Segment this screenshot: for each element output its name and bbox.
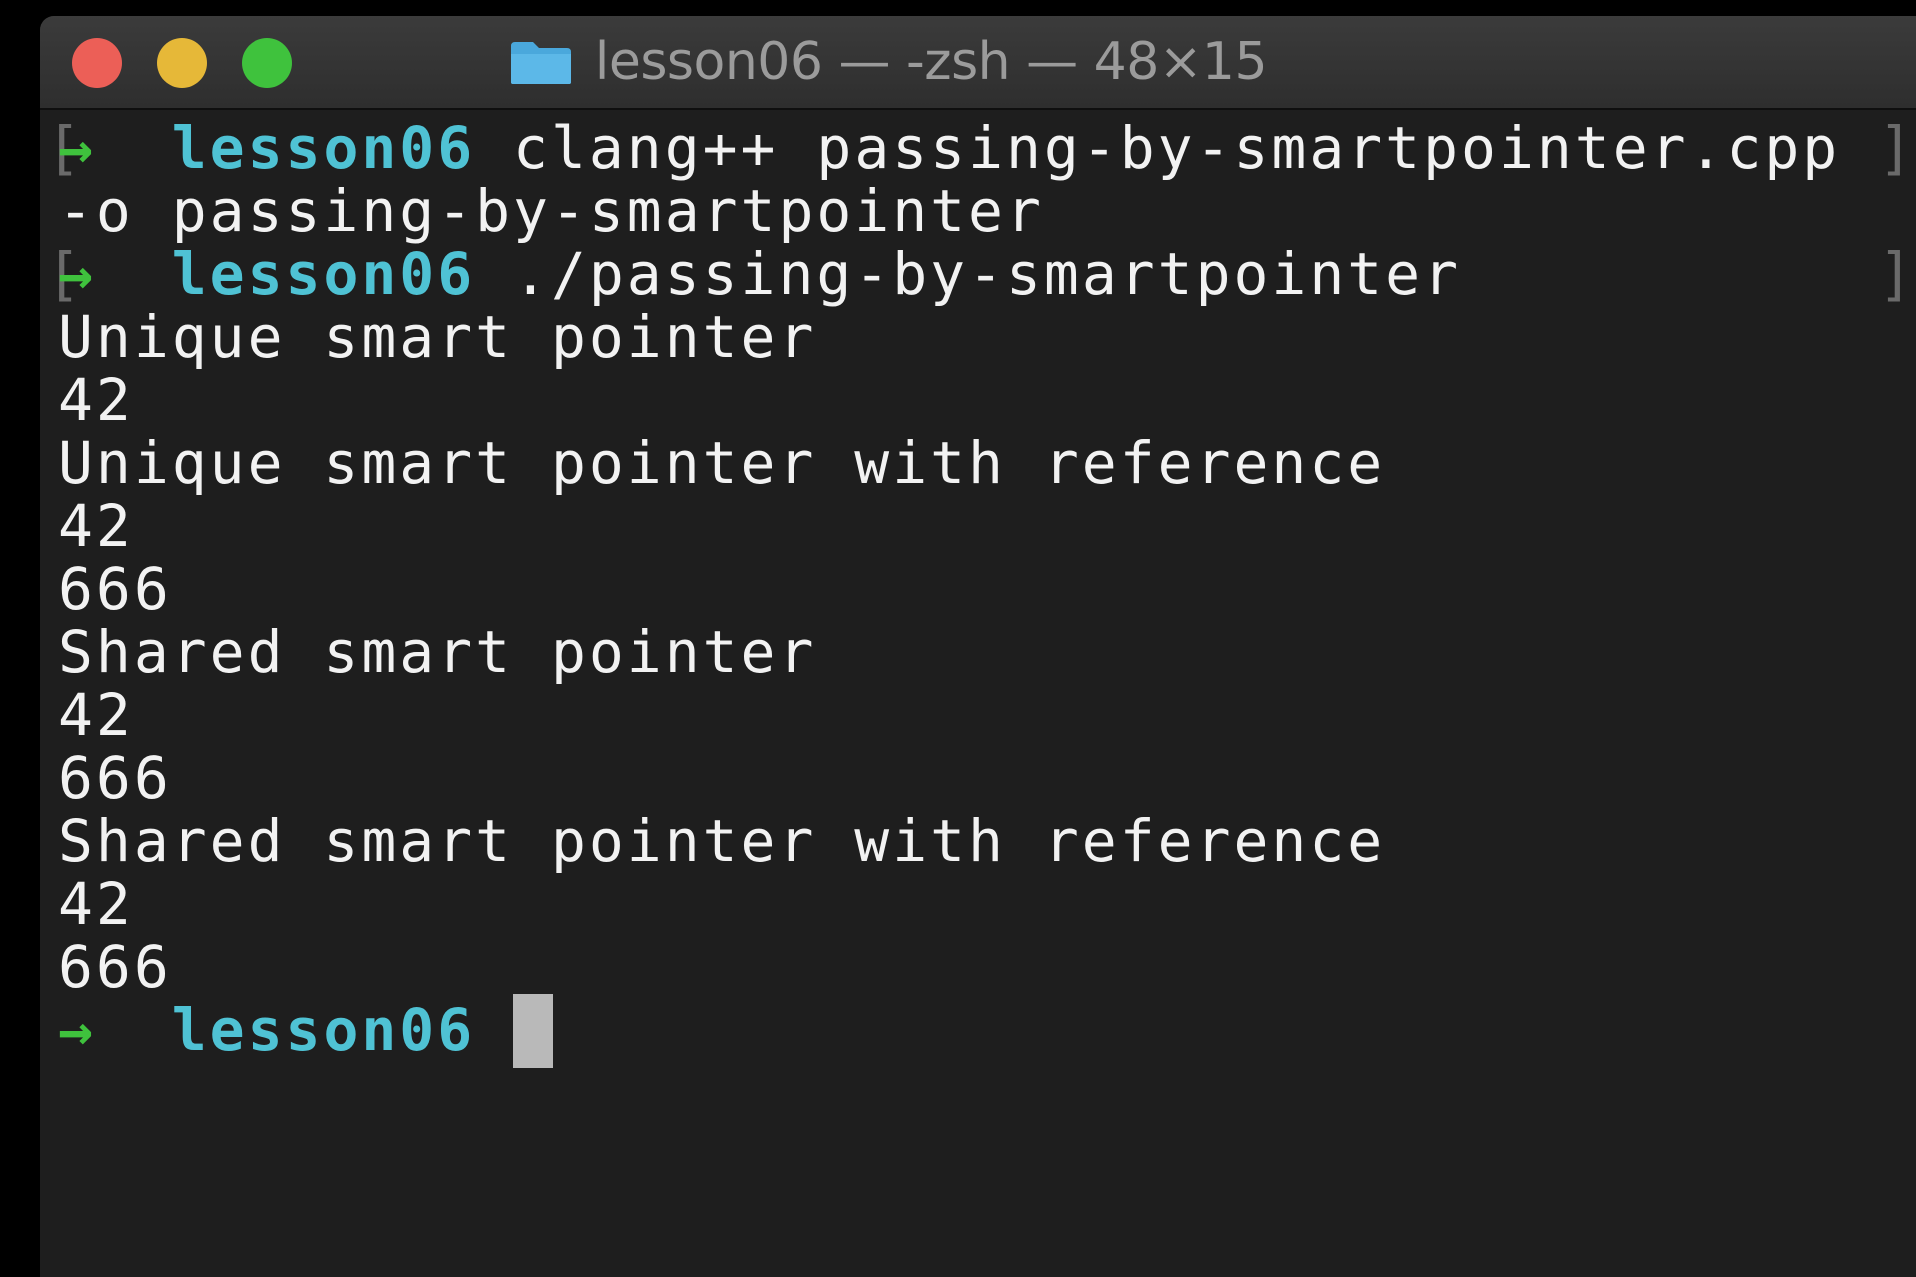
window-title-container: lesson06 — -zsh — 48×15 bbox=[40, 16, 1916, 108]
prompt-directory: lesson06 bbox=[171, 114, 476, 182]
prompt-line-current: → lesson06 bbox=[58, 992, 554, 1069]
text-cursor[interactable] bbox=[513, 993, 554, 1068]
command-text: clang++ passing-by-smartpointer.cpp bbox=[513, 114, 1841, 182]
title-bar[interactable]: lesson06 — -zsh — 48×15 bbox=[40, 16, 1916, 110]
command-text: ./passing-by-smartpointer bbox=[513, 240, 1462, 308]
line-marker: ] bbox=[1878, 240, 1916, 308]
terminal-window: lesson06 — -zsh — 48×15 [→ lesson06 clan… bbox=[40, 16, 1916, 1277]
prompt-directory: lesson06 bbox=[171, 240, 476, 308]
line-marker: ] bbox=[1878, 114, 1916, 182]
prompt-arrow-icon: → bbox=[58, 114, 96, 182]
output-line: Shared smart pointer bbox=[58, 618, 817, 686]
output-line: Unique smart pointer with reference bbox=[58, 429, 1386, 497]
prompt-arrow-icon: → bbox=[58, 996, 96, 1064]
output-line: Shared smart pointer with reference bbox=[58, 807, 1386, 875]
terminal-content[interactable]: [→ lesson06 clang++ passing-by-smartpoin… bbox=[40, 110, 1916, 1277]
window-title: lesson06 — -zsh — 48×15 bbox=[594, 32, 1268, 92]
folder-icon bbox=[509, 38, 573, 86]
prompt-arrow-icon: → bbox=[58, 240, 96, 308]
prompt-directory: lesson06 bbox=[171, 996, 476, 1064]
output-line: Unique smart pointer bbox=[58, 303, 817, 371]
